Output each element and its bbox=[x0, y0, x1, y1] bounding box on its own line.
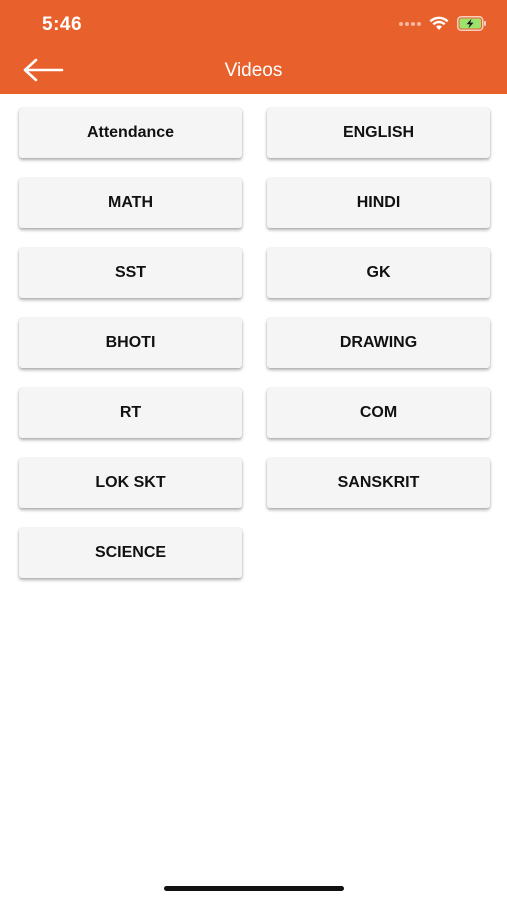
subject-grid: Attendance ENGLISH MATH HINDI SST GK BHO… bbox=[19, 108, 490, 578]
hindi-button[interactable]: HINDI bbox=[267, 178, 490, 228]
rt-button[interactable]: RT bbox=[19, 388, 242, 438]
bhoti-button[interactable]: BHOTI bbox=[19, 318, 242, 368]
app-screen: 5:46 Videos Attendance ENGLISH MATH HIND… bbox=[0, 0, 507, 900]
sanskrit-button[interactable]: SANSKRIT bbox=[267, 458, 490, 508]
gk-button[interactable]: GK bbox=[267, 248, 490, 298]
page-title: Videos bbox=[224, 60, 283, 81]
drawing-button[interactable]: DRAWING bbox=[267, 318, 490, 368]
wifi-icon bbox=[429, 16, 449, 30]
battery-charging-icon bbox=[457, 16, 486, 31]
com-button[interactable]: COM bbox=[267, 388, 490, 438]
cellular-signal-icon bbox=[399, 21, 421, 26]
status-icons bbox=[399, 16, 487, 31]
lok-skt-button[interactable]: LOK SKT bbox=[19, 458, 242, 508]
sst-button[interactable]: SST bbox=[19, 248, 242, 298]
home-indicator[interactable] bbox=[164, 886, 344, 891]
english-button[interactable]: ENGLISH bbox=[267, 108, 490, 158]
science-button[interactable]: SCIENCE bbox=[19, 528, 242, 578]
status-time: 5:46 bbox=[42, 14, 83, 35]
math-button[interactable]: MATH bbox=[19, 178, 242, 228]
attendance-button[interactable]: Attendance bbox=[19, 108, 242, 158]
app-header: 5:46 Videos bbox=[0, 0, 507, 94]
